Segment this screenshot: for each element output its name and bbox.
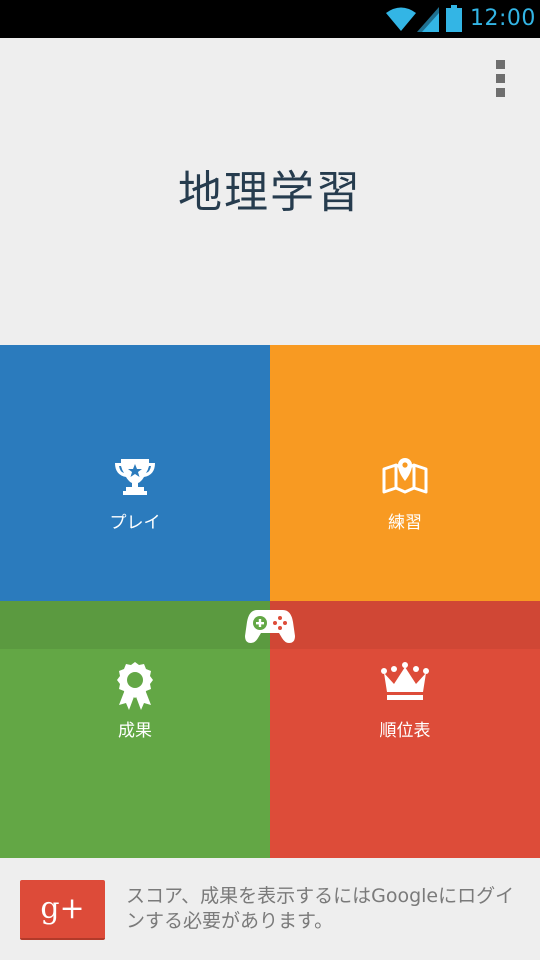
- signin-bar: g+ スコア、成果を表示するにはGoogleにログインする必要があります。: [0, 858, 540, 960]
- play-label: プレイ: [109, 513, 161, 533]
- page-title: 地理学習: [178, 167, 362, 218]
- wifi-icon: [386, 7, 416, 31]
- practice-tile[interactable]: 練習: [270, 345, 540, 601]
- crown-icon: [381, 662, 429, 700]
- games-band-left: [0, 601, 270, 649]
- map-icon: [382, 458, 428, 494]
- trophy-icon: [115, 459, 155, 495]
- more-vert-icon[interactable]: [482, 56, 518, 100]
- practice-label: 練習: [388, 513, 422, 533]
- play-tile[interactable]: プレイ: [0, 345, 270, 601]
- award-ribbon-icon: [117, 662, 153, 710]
- status-bar: 12:00: [0, 0, 540, 38]
- battery-icon: [446, 5, 462, 32]
- google-plus-signin-button[interactable]: g+: [20, 880, 105, 940]
- gamepad-icon[interactable]: [245, 608, 295, 644]
- signal-icon: [417, 7, 439, 32]
- google-plus-icon: g+: [40, 891, 85, 926]
- achievements-label: 成果: [118, 721, 152, 741]
- status-time: 12:00: [470, 6, 536, 31]
- leaderboard-label: 順位表: [379, 721, 431, 741]
- app-header: 地理学習: [0, 38, 540, 345]
- games-band-right: [270, 601, 540, 649]
- signin-message: スコア、成果を表示するにはGoogleにログインする必要があります。: [126, 885, 515, 932]
